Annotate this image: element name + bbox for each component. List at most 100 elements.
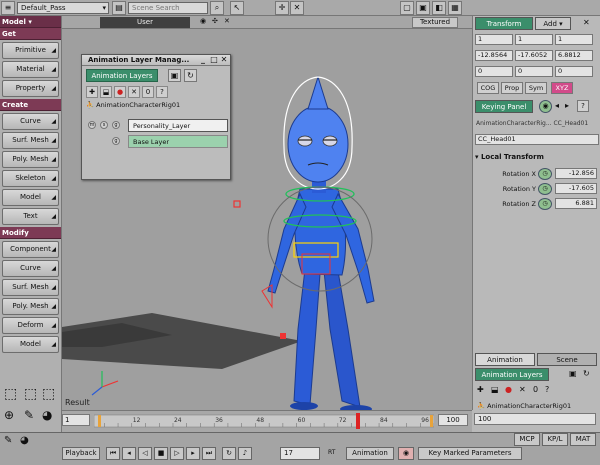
timeline-end2-field[interactable]: 100 <box>474 413 596 425</box>
layer-row[interactable]: g Base Layer <box>86 135 228 148</box>
scale-y-field[interactable]: 1 <box>515 34 553 45</box>
solo-flag[interactable]: s <box>100 121 108 129</box>
prop-button[interactable]: Prop <box>501 82 523 94</box>
audio-icon[interactable]: ♪ <box>238 447 252 460</box>
window-title[interactable]: Animation Layer Manag... _ □ ✕ <box>82 55 230 66</box>
menu-icon[interactable]: ≡ <box>1 1 15 15</box>
keyframe-icon[interactable]: ◷ <box>538 198 552 210</box>
key-icon[interactable]: ◉ <box>398 447 414 460</box>
tab-animation[interactable]: Animation <box>475 353 535 366</box>
scale-z-field[interactable]: 1 <box>555 34 593 45</box>
minimize-icon[interactable]: _ <box>198 55 208 65</box>
viewport-close-icon[interactable]: ✕ <box>224 17 230 25</box>
rotate-icon[interactable]: ⬚ <box>42 386 55 402</box>
rotation-x-value[interactable]: -12.856 <box>555 168 597 179</box>
loop-icon[interactable]: ↻ <box>222 447 236 460</box>
translate-z-field[interactable]: 0 <box>555 66 593 77</box>
keyframe-icon[interactable]: ◷ <box>538 183 552 195</box>
help-icon[interactable]: ? <box>156 86 168 98</box>
layer-name-field[interactable]: Base Layer <box>128 135 228 148</box>
refresh-icon[interactable]: ↻ <box>583 369 590 378</box>
playback-button[interactable]: Playback <box>62 447 100 460</box>
key-layer-icon[interactable]: ● <box>114 86 126 98</box>
modify-curve-button[interactable]: Curve ◢ <box>2 260 59 277</box>
timeline-end-field[interactable]: 100 <box>438 414 468 426</box>
transform-icon[interactable]: ⊕ <box>4 408 14 422</box>
merge-layer-icon[interactable]: ⬓ <box>491 385 499 394</box>
tab-animation-layers[interactable]: Animation Layers <box>86 69 158 82</box>
sym-button[interactable]: Sym <box>525 82 547 94</box>
timeline-start-field[interactable]: 1 <box>62 414 90 426</box>
zero-layer-icon[interactable]: 0 <box>533 385 538 394</box>
ghost-flag[interactable]: g <box>112 121 120 129</box>
key-marked-parameters-button[interactable]: Key Marked Parameters <box>418 447 522 460</box>
layout-icon[interactable]: ▦ <box>448 1 462 15</box>
mcp-button[interactable]: MCP <box>514 433 540 446</box>
lock-icon[interactable]: ▣ <box>569 369 577 378</box>
translate-x-field[interactable]: 0 <box>475 66 513 77</box>
last-frame-icon[interactable]: ⏭ <box>202 447 216 460</box>
window-icon[interactable]: ▢ <box>400 1 414 15</box>
create-skeleton-button[interactable]: Skeleton ◢ <box>2 170 59 187</box>
close-icon[interactable]: ✕ <box>290 1 304 15</box>
tab-add[interactable]: Add ▾ <box>535 17 571 30</box>
scale-x-field[interactable]: 1 <box>475 34 513 45</box>
shading-dropdown[interactable]: Textured <box>412 17 458 28</box>
timeline[interactable]: 1 12 24 36 48 60 72 84 96 100 <box>62 410 472 432</box>
prev-key-icon[interactable]: ◂ <box>555 101 559 110</box>
zero-layer-icon[interactable]: 0 <box>142 86 154 98</box>
lock-icon[interactable]: ▣ <box>416 1 430 15</box>
first-frame-icon[interactable]: ⏮ <box>106 447 120 460</box>
select-icon[interactable]: ⬚ <box>4 386 17 402</box>
help-icon[interactable]: ? <box>577 100 589 112</box>
new-layer-icon[interactable]: ✚ <box>86 86 98 98</box>
next-key-icon[interactable]: ▸ <box>565 101 569 110</box>
scale-icon[interactable]: ⬚ <box>24 386 37 402</box>
keying-panel-tab[interactable]: Keying Panel <box>475 100 533 113</box>
mat-button[interactable]: MAT <box>570 433 596 446</box>
next-frame-icon[interactable]: ▸ <box>186 447 200 460</box>
tab-animation-layers[interactable]: Animation Layers <box>475 368 549 381</box>
pass-dropdown[interactable]: Default_Pass ▾ <box>17 2 109 14</box>
select-tool-icon[interactable]: ↖ <box>230 1 244 15</box>
x-icon[interactable]: ✕ <box>583 18 590 27</box>
rotate-x-field[interactable]: -12.8564 <box>475 50 513 61</box>
create-surf-mesh-button[interactable]: Surf. Mesh ◢ <box>2 132 59 149</box>
scene-icon[interactable]: ◧ <box>432 1 446 15</box>
palette-icon[interactable]: ◕ <box>20 435 29 446</box>
brush-icon[interactable]: ✎ <box>4 435 12 446</box>
help-icon[interactable]: ? <box>545 385 549 394</box>
rotate-y-field[interactable]: -17.6052 <box>515 50 553 61</box>
animation-button[interactable]: Animation <box>346 447 394 460</box>
viewport-eye-icon[interactable]: ◉ <box>200 17 206 25</box>
modify-component-button[interactable]: Component ◢ <box>2 241 59 258</box>
new-layer-icon[interactable]: ✚ <box>477 385 484 394</box>
local-transform-header[interactable]: ▾ Local Transform <box>475 153 544 161</box>
create-text-button[interactable]: Text ◢ <box>2 208 59 225</box>
search-icon[interactable]: ⌕ <box>210 1 224 15</box>
delete-layer-icon[interactable]: ✕ <box>128 86 140 98</box>
delete-layer-icon[interactable]: ✕ <box>519 385 526 394</box>
object-name-field[interactable]: CC_Head01 <box>475 134 599 145</box>
modify-model-button[interactable]: Model ◢ <box>2 336 59 353</box>
palette-icon[interactable]: ◕ <box>42 408 52 422</box>
ghost-flag[interactable]: g <box>112 137 120 145</box>
view-dropdown[interactable]: User <box>100 17 190 28</box>
viewport-camera-icon[interactable]: ✣ <box>212 17 218 25</box>
translate-y-field[interactable]: 0 <box>515 66 553 77</box>
modify-surf-mesh-button[interactable]: Surf. Mesh ◢ <box>2 279 59 296</box>
get-material-button[interactable]: Material ◢ <box>2 61 59 78</box>
kpl-button[interactable]: KP/L <box>542 433 568 446</box>
keyframe-icon[interactable]: ◷ <box>538 168 552 180</box>
tab-transform[interactable]: Transform <box>475 17 533 30</box>
prev-frame-icon[interactable]: ◂ <box>122 447 136 460</box>
stop-icon[interactable]: ■ <box>154 447 168 460</box>
key-icon[interactable]: ◉ <box>539 100 552 113</box>
close-icon[interactable]: ✕ <box>219 55 229 65</box>
scene-search-input[interactable]: Scene Search <box>128 2 208 14</box>
rotation-z-value[interactable]: 6.881 <box>555 198 597 209</box>
merge-layer-icon[interactable]: ⬓ <box>100 86 112 98</box>
mute-flag[interactable]: m <box>88 121 96 129</box>
maximize-icon[interactable]: □ <box>209 55 219 65</box>
lock-icon[interactable]: ▣ <box>168 69 181 82</box>
